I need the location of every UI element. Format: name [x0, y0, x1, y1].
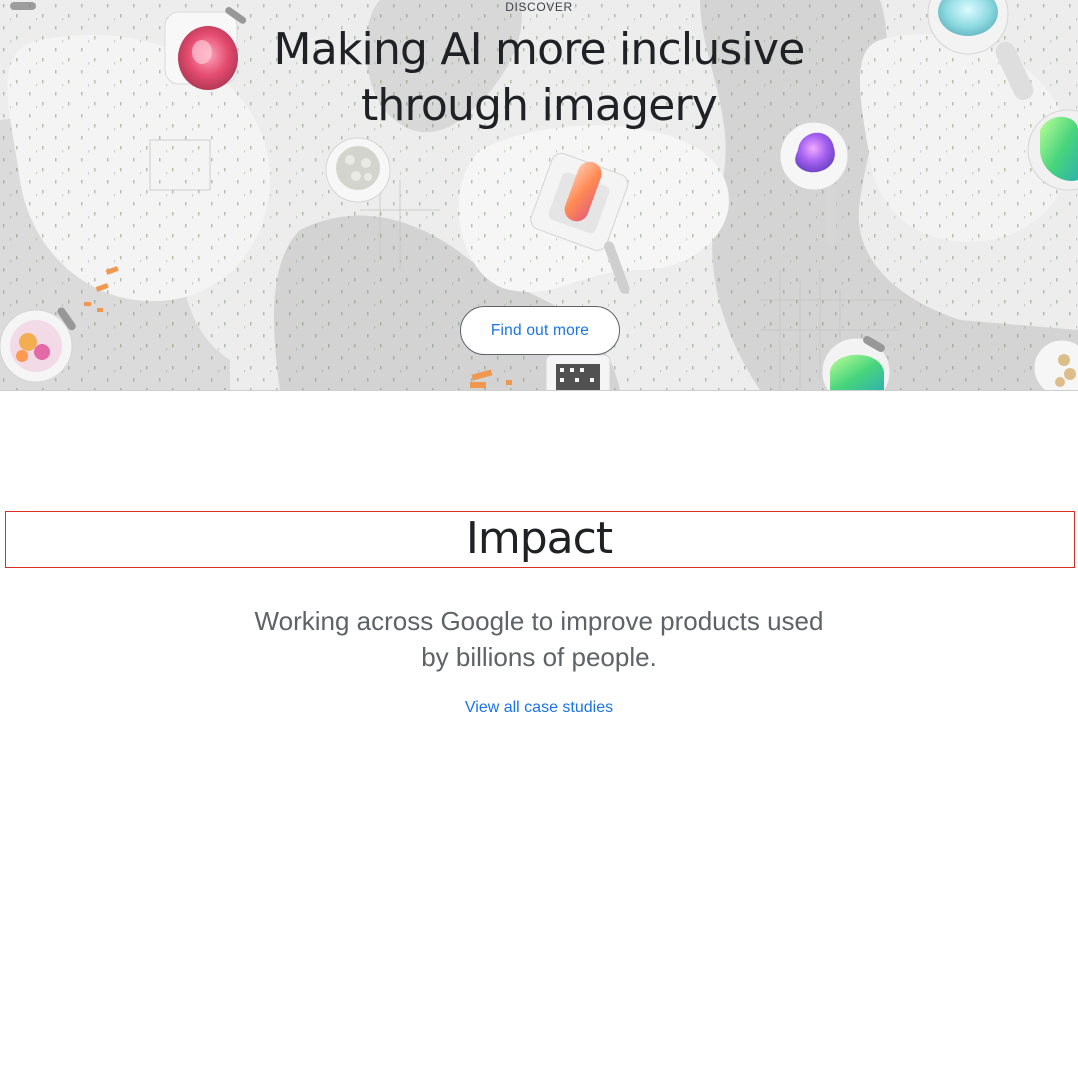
impact-description: Working across Google to improve product…	[254, 606, 824, 672]
page: DISCOVER Making AI more inclusive throug…	[0, 0, 1078, 1078]
hero-eyebrow: DISCOVER	[505, 0, 573, 14]
impact-heading: Impact	[465, 513, 613, 564]
impact-link-container: View all case studies	[0, 698, 1078, 718]
find-out-more-button[interactable]: Find out more	[460, 306, 620, 355]
hero-title: Making AI more inclusive through imagery	[273, 24, 806, 131]
view-all-case-studies-link[interactable]: View all case studies	[465, 699, 613, 716]
hero-banner: DISCOVER Making AI more inclusive throug…	[0, 0, 1078, 391]
